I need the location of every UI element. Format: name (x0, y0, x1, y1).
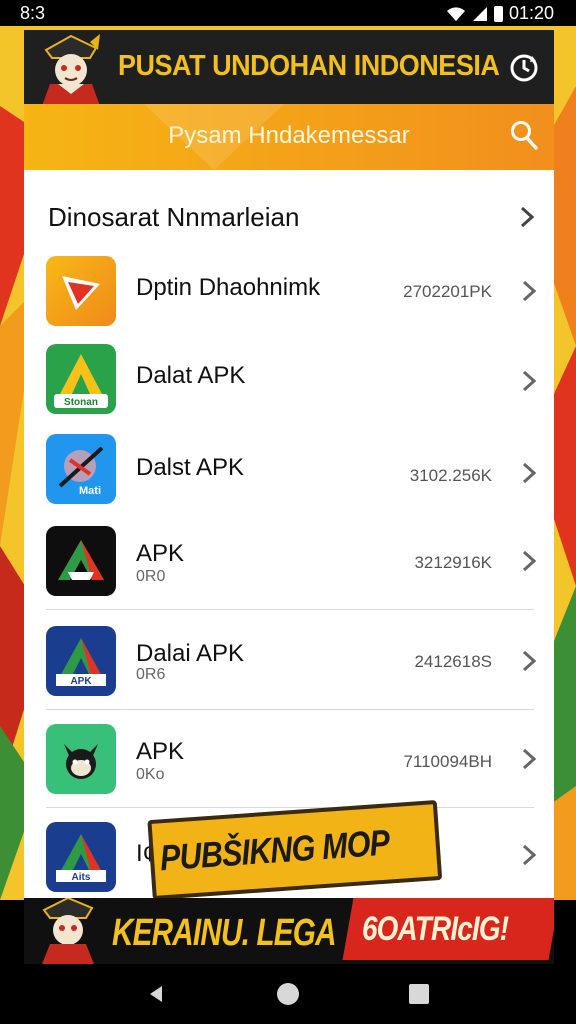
search-bar[interactable]: Pysam Hndakemessar (24, 104, 554, 170)
mascot-logo (42, 898, 94, 964)
app-subtitle: 0R0 (136, 568, 166, 585)
banner-cta-label: 6OATRIcIG! (362, 910, 509, 948)
icon-caption: Stonan (64, 397, 98, 408)
cat-icon (46, 724, 116, 794)
app-name: Dalai APK (136, 640, 245, 667)
battery-icon (493, 5, 503, 22)
banner-text: KERAINU. LEGA (112, 912, 336, 954)
sync-icon[interactable] (508, 52, 540, 84)
app-list-card: Dinosarat Nnmarleian Dptin Dhaohnimk 270… (24, 170, 554, 900)
app-name: Dalst APK (136, 454, 245, 481)
icon-caption: Mati (79, 485, 101, 497)
green-a-icon: Stonan (46, 344, 116, 414)
mascot-logo (42, 34, 100, 106)
list-item[interactable]: Stonan Dalat APK (24, 342, 554, 432)
status-bar: 8:3 01:20 (0, 0, 576, 26)
search-bar-title: Pysam Hndakemessar (168, 122, 410, 149)
app-name: Dptin Dhaohnimk (136, 274, 321, 301)
status-icons: 01:20 (446, 3, 554, 24)
blue-compass-icon: Mati (46, 434, 116, 504)
chevron-right-icon (522, 650, 536, 672)
app-name: Dalat APK (136, 362, 246, 389)
app-size: 2702201PK (403, 282, 492, 301)
list-item[interactable]: APK Dalai APK 0R6 2412618S (24, 610, 554, 710)
navy-a-icon: Aits (46, 822, 116, 892)
status-clock: 01:20 (508, 3, 554, 23)
app-title: PUSAT UNDOHAN INDONESIA (118, 50, 500, 82)
ad-banner[interactable]: KERAINU. LEGA 6OATRIcIG! (24, 898, 554, 964)
signal-icon (472, 6, 487, 21)
section-header[interactable]: Dinosarat Nnmarleian (24, 170, 554, 256)
home-icon[interactable] (277, 983, 299, 1005)
status-time: 8:3 (20, 3, 46, 23)
play-store-icon (46, 256, 116, 326)
app-name: APK (136, 738, 185, 765)
list-item[interactable]: Mati Dalst APK 3102.256K (24, 432, 554, 520)
section-title: Dinosarat Nnmarleian (48, 202, 300, 232)
app-size: 2412618S (414, 652, 492, 671)
app-size: 7110094BH (403, 752, 492, 771)
app-subtitle: 0R6 (136, 666, 166, 683)
list-item[interactable]: APK 0Ko 7110094BH (24, 710, 554, 808)
chevron-right-icon (522, 280, 536, 302)
icon-caption: APK (70, 676, 92, 687)
chevron-right-icon (522, 550, 536, 572)
list-item[interactable]: APK 0R0 3212916K (24, 520, 554, 610)
system-nav-bar (0, 964, 576, 1024)
wifi-icon (446, 6, 465, 21)
icon-caption: Aits (72, 872, 91, 883)
back-icon[interactable] (146, 984, 166, 1004)
app-name: APK (136, 540, 185, 567)
chevron-right-icon (522, 844, 536, 866)
chevron-right-icon (520, 206, 534, 228)
navy-a-icon: APK (46, 626, 116, 696)
recent-apps-icon[interactable] (409, 984, 429, 1004)
list-item[interactable]: Dptin Dhaohnimk 2702201PK (24, 254, 554, 342)
banner-cta-button[interactable]: 6OATRIcIG! (342, 898, 554, 960)
app-size: 3212916K (414, 553, 492, 572)
black-a-icon (46, 526, 116, 596)
chevron-right-icon (522, 748, 536, 770)
app-subtitle: 0Ko (136, 766, 165, 783)
search-icon[interactable] (510, 120, 538, 150)
chevron-right-icon (522, 370, 536, 392)
app-header: PUSAT UNDOHAN INDONESIA (24, 30, 554, 106)
app-size: 3102.256K (409, 466, 492, 485)
chevron-right-icon (522, 462, 536, 484)
